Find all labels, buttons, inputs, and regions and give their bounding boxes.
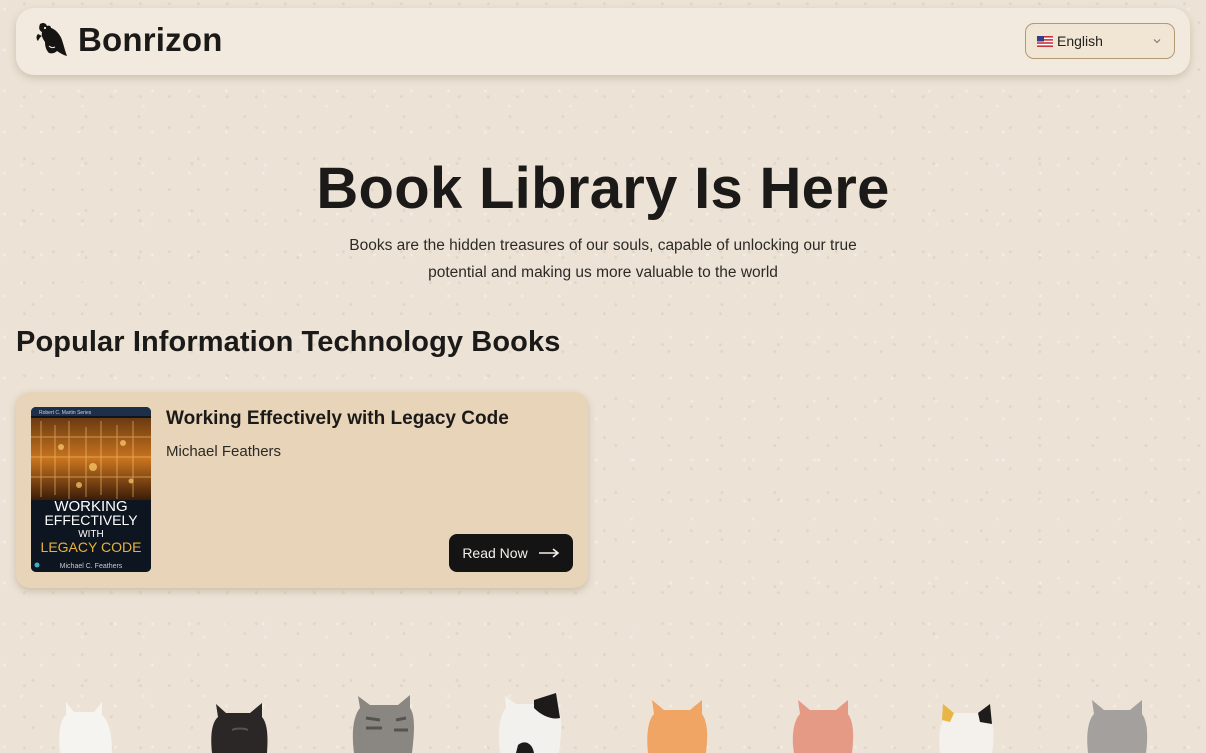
brand-name: Bonrizon (78, 21, 223, 58)
black-white-cat-icon (498, 693, 562, 753)
cats-decoration (59, 693, 1148, 753)
pink-cat-icon (792, 700, 854, 753)
section-title: Popular Information Technology Books (16, 326, 561, 358)
gray-tabby-cat-icon (352, 695, 414, 753)
hero-subtitle: Books are the hidden treasures of our so… (303, 232, 903, 286)
gray-cat-icon (1087, 700, 1148, 753)
read-now-button[interactable]: Read Now (449, 534, 573, 572)
us-flag-icon (1037, 35, 1053, 47)
calico-cat-icon (939, 704, 994, 753)
cover-series: Robert C. Martin Series (39, 410, 92, 416)
top-header: Bonrizon English (16, 8, 1190, 75)
book-author: Michael Feathers (166, 443, 282, 460)
cover-author: Michael C. Feathers (60, 563, 123, 570)
cover-line-4: LEGACY CODE (41, 539, 142, 555)
book-card[interactable]: Robert C. Martin Series WORKING EFFECTIV… (16, 392, 588, 588)
paper-background (0, 0, 1206, 753)
hero-subtitle-line-1: Books are the hidden treasures of our so… (349, 237, 857, 254)
book-cover-art: Robert C. Martin Series WORKING EFFECTIV… (31, 407, 151, 572)
bird-logo-icon (36, 22, 67, 57)
orange-cat-icon (647, 700, 708, 753)
book-cover[interactable]: Robert C. Martin Series WORKING EFFECTIV… (31, 407, 151, 572)
hero-subtitle-line-2: potential and making us more valuable to… (428, 264, 778, 281)
cover-line-2: EFFECTIVELY (44, 512, 138, 528)
arrow-right-icon (538, 548, 559, 558)
language-select[interactable]: English (1025, 23, 1175, 59)
read-now-label: Read Now (462, 545, 528, 561)
black-cat-icon (211, 703, 268, 753)
book-title[interactable]: Working Effectively with Legacy Code (166, 408, 509, 430)
brand[interactable]: Bonrizon (34, 20, 223, 60)
language-value: English (1057, 33, 1103, 49)
hero-title: Book Library Is Here (316, 156, 890, 221)
chevron-down-icon (1153, 39, 1161, 44)
white-cat-icon (59, 702, 112, 753)
